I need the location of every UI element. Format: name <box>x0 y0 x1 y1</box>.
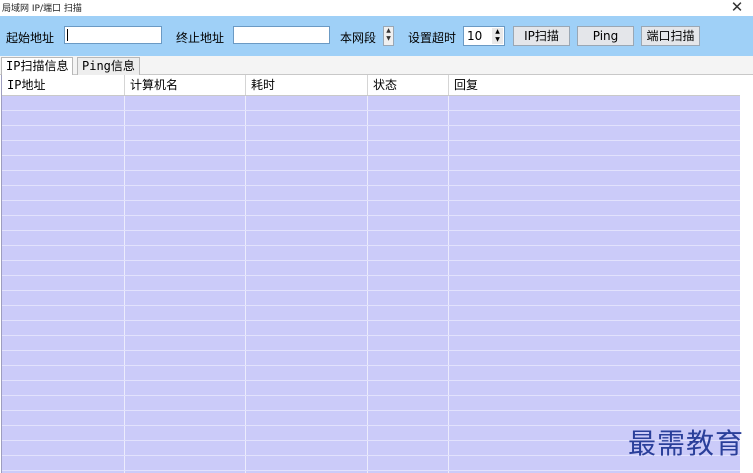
start-address-label: 起始地址 <box>6 31 55 45</box>
spin-up-icon[interactable]: ▲ <box>384 27 393 35</box>
start-address-input[interactable] <box>64 26 162 44</box>
window-margin <box>740 75 753 473</box>
toolbar: 起始地址 终止地址 本网段 ▲ ▼ 设置超时 10 ▲ ▼ IP扫描 Ping … <box>0 16 753 56</box>
title-bar: 局域网 IP/端口 扫描 ✕ <box>0 0 753 16</box>
window-title: 局域网 IP/端口 扫描 <box>2 4 82 14</box>
column-header-reply[interactable]: 回复 <box>449 75 740 95</box>
spin-down-icon[interactable]: ▼ <box>384 35 393 43</box>
local-segment-spinner[interactable]: ▲ ▼ <box>383 26 394 46</box>
table-body[interactable] <box>2 96 740 473</box>
timeout-label: 设置超时 <box>408 31 457 45</box>
timeout-stepper[interactable]: 10 ▲ ▼ <box>463 26 505 46</box>
end-address-label: 终止地址 <box>176 31 225 45</box>
end-address-input[interactable] <box>233 26 330 44</box>
local-segment-label: 本网段 <box>340 31 377 45</box>
spin-down-icon[interactable]: ▼ <box>492 36 503 44</box>
tab-strip: IP扫描信息 Ping信息 <box>0 56 753 75</box>
results-table[interactable]: IP地址 计算机名 耗时 状态 回复 <box>1 75 740 473</box>
timeout-spin-control[interactable]: ▲ ▼ <box>492 28 503 44</box>
ip-scan-button[interactable]: IP扫描 <box>513 26 570 46</box>
tab-ip-scan-info[interactable]: IP扫描信息 <box>1 57 74 75</box>
spin-up-icon[interactable]: ▲ <box>492 28 503 36</box>
close-icon[interactable]: ✕ <box>729 0 745 15</box>
watermark-logo: 最需教育 <box>628 427 745 460</box>
text-cursor <box>67 29 68 41</box>
tab-ping-info[interactable]: Ping信息 <box>77 57 140 75</box>
table-header: IP地址 计算机名 耗时 状态 回复 <box>2 75 740 96</box>
column-header-elapsed[interactable]: 耗时 <box>246 75 368 95</box>
column-header-status[interactable]: 状态 <box>368 75 449 95</box>
column-header-ip[interactable]: IP地址 <box>2 75 125 95</box>
timeout-value[interactable]: 10 <box>467 29 482 43</box>
port-scan-button[interactable]: 端口扫描 <box>641 26 700 46</box>
column-header-hostname[interactable]: 计算机名 <box>125 75 246 95</box>
ping-button[interactable]: Ping <box>577 26 634 46</box>
